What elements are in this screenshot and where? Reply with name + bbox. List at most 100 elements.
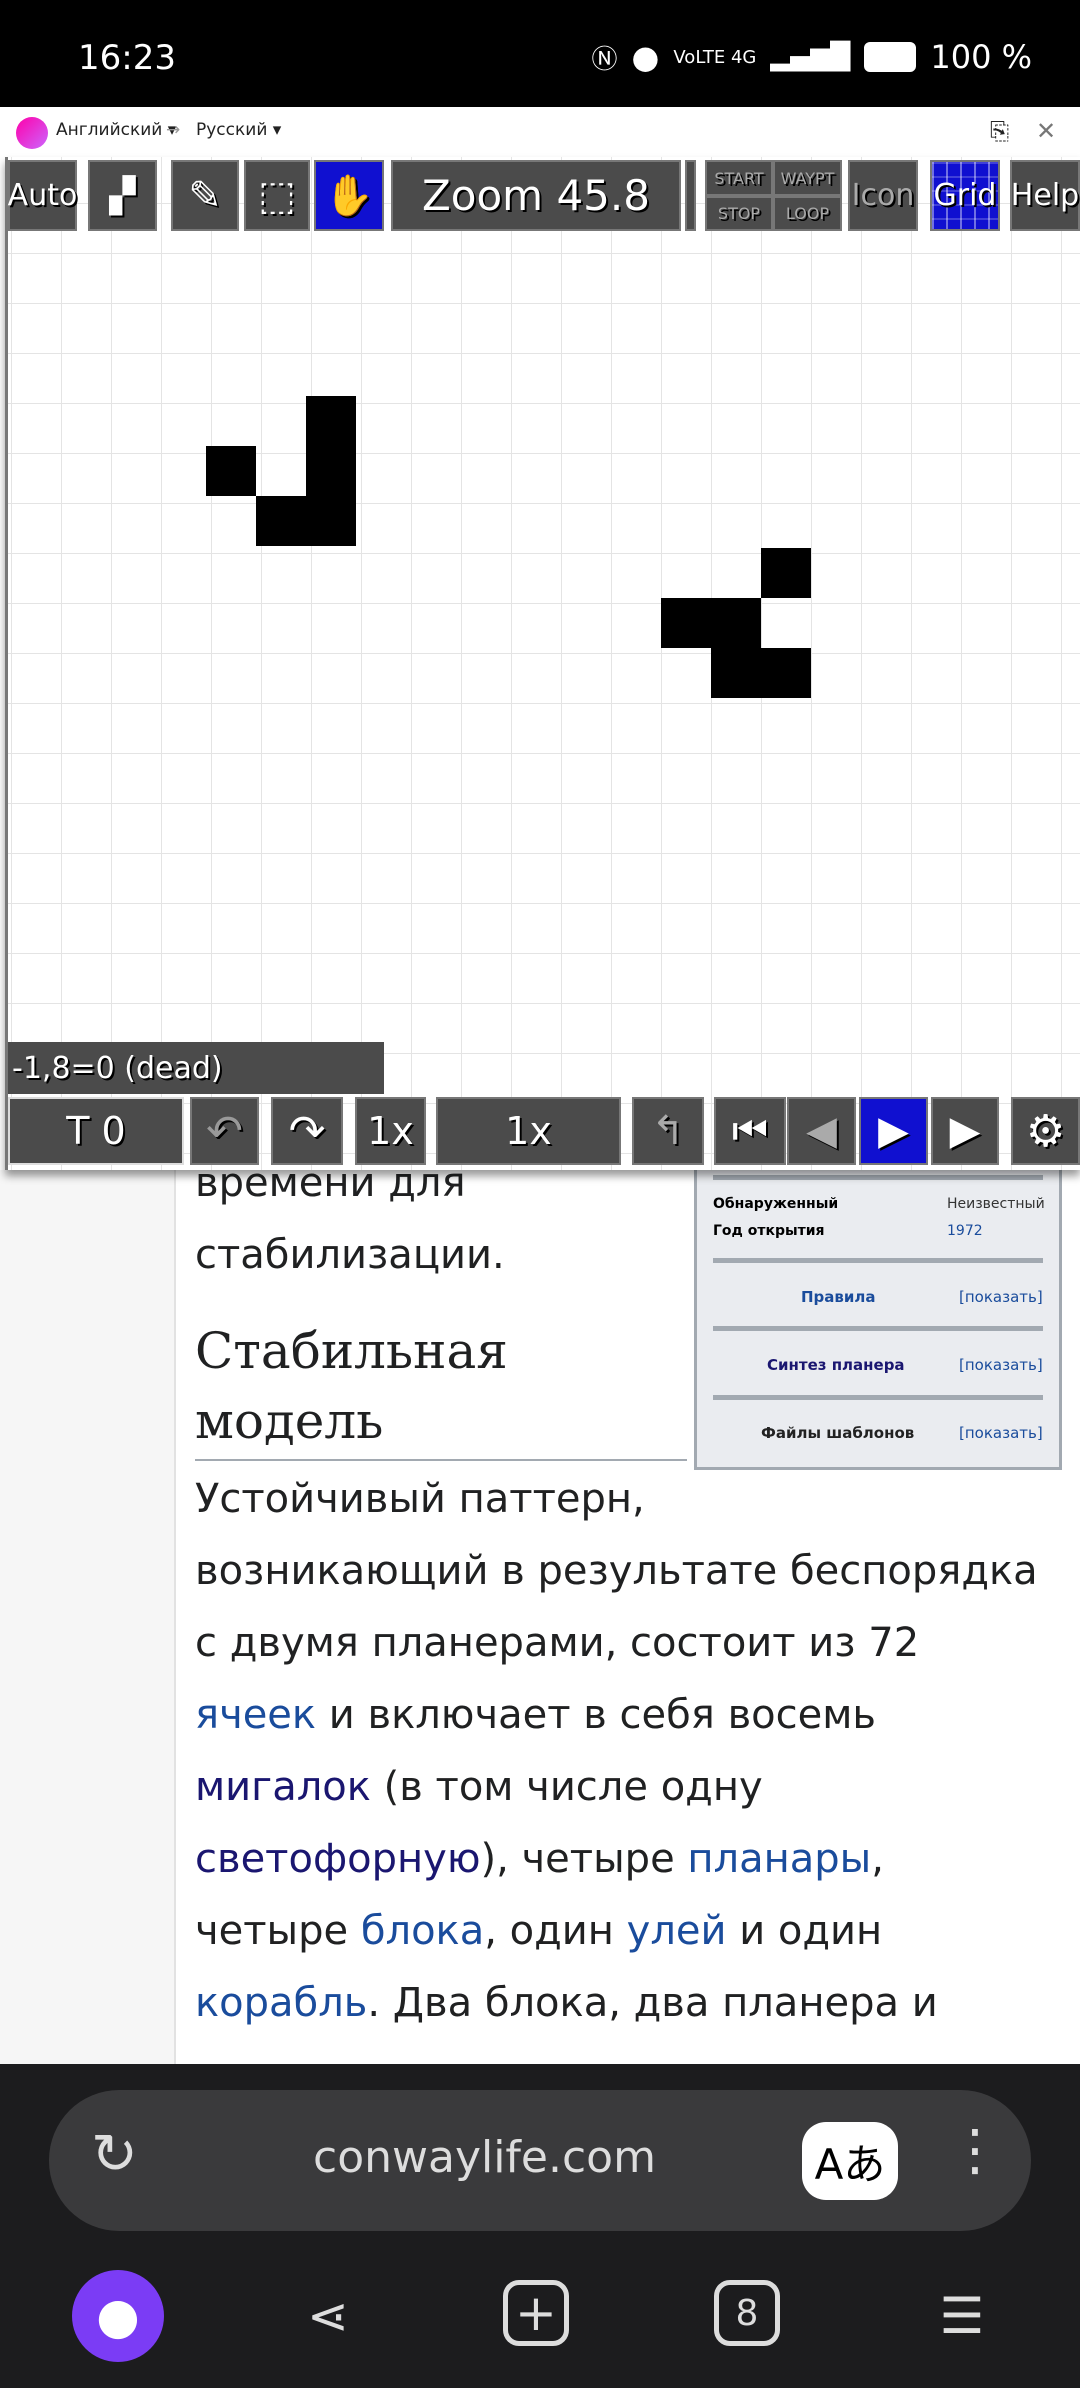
translate-page-icon[interactable]: Aあ xyxy=(802,2122,898,2200)
more-menu-icon[interactable]: ⋮ xyxy=(947,2118,1003,2183)
step-forward-icon[interactable]: ▶ xyxy=(859,1097,928,1165)
share-icon[interactable]: ⋖ xyxy=(292,2280,364,2352)
article-text-line: стабилизации. xyxy=(195,1232,505,1278)
live-cell[interactable] xyxy=(711,648,761,698)
zoom-display[interactable]: Zoom 45.8 xyxy=(391,160,681,231)
discovered-value: Неизвестный xyxy=(947,1196,1045,1212)
divider xyxy=(713,1258,1043,1263)
translate-bar: Английский ▾ → Русский ▾ ⎘ ✕ xyxy=(0,107,1080,157)
life-viewer-canvas[interactable] xyxy=(5,157,1080,1170)
link-blinkers[interactable]: мигалок xyxy=(195,1764,371,1810)
generation-counter[interactable]: T 0 xyxy=(8,1097,184,1165)
status-bar: 16:23 Ⓝ ● VoLTE 4G ▂▄▆█ 100 % xyxy=(0,0,1080,107)
link-blocks[interactable]: блока xyxy=(361,1908,484,1954)
tabs-count-button[interactable]: 8 xyxy=(714,2280,780,2346)
select-icon[interactable]: ⬚ xyxy=(244,160,310,231)
paragraph-line: корабль. Два блока, два планера и xyxy=(195,1980,938,2026)
undo-icon[interactable]: ↶ xyxy=(190,1097,259,1165)
arrow-icon: → xyxy=(166,120,181,140)
battery-icon xyxy=(864,42,917,72)
paragraph-line: четыре блока, один улей и один xyxy=(195,1908,882,1954)
text: четыре xyxy=(195,1908,361,1954)
close-translate-button[interactable]: ✕ xyxy=(1036,117,1056,145)
paragraph-line: возникающий в результате беспорядка xyxy=(195,1548,1038,1594)
auto-fit-button[interactable]: Auto xyxy=(8,160,77,231)
live-cell[interactable] xyxy=(306,446,356,496)
page-left-margin xyxy=(0,1170,176,2070)
source-language[interactable]: Английский ▾ xyxy=(56,120,176,140)
icon-button[interactable]: Icon xyxy=(848,160,918,231)
alice-assistant-icon[interactable]: ● xyxy=(72,2270,164,2362)
address-bar[interactable]: ↻ conwaylife.com Aあ ⋮ xyxy=(49,2090,1031,2231)
step-back-icon[interactable]: ◀ xyxy=(787,1097,856,1165)
hand-pan-icon[interactable]: ✋ xyxy=(314,160,384,231)
nfc-icon: Ⓝ xyxy=(591,44,618,75)
network-indicator: VoLTE 4G xyxy=(673,46,757,68)
text: . Два блока, два планера и xyxy=(367,1980,938,2026)
live-cell[interactable] xyxy=(761,548,811,598)
signal-icon: ▂▄▆█ xyxy=(770,42,851,72)
divider xyxy=(713,1395,1043,1400)
section-rules[interactable]: Правила xyxy=(801,1288,876,1306)
toggle-pattern-files[interactable]: [показать] xyxy=(959,1424,1043,1442)
divider xyxy=(713,1175,1043,1180)
text: , один xyxy=(484,1908,627,1954)
zoom-slider-handle[interactable] xyxy=(685,160,696,231)
heading-underline xyxy=(195,1459,687,1461)
live-cell[interactable] xyxy=(206,446,256,496)
speed-slider[interactable]: 1x xyxy=(436,1097,621,1165)
link-cells[interactable]: ячеек xyxy=(195,1692,316,1738)
section-heading: Стабильная xyxy=(195,1322,508,1380)
section-glider-synthesis[interactable]: Синтез планера xyxy=(767,1356,905,1374)
discovered-label: Обнаруженный xyxy=(713,1196,839,1212)
hamburger-menu-icon[interactable]: ☰ xyxy=(926,2280,998,2352)
text: (в том числе одну xyxy=(370,1764,763,1810)
grid-toggle-button[interactable]: Grid xyxy=(930,160,1000,231)
redo-icon[interactable]: ↷ xyxy=(271,1097,343,1165)
live-cell[interactable] xyxy=(661,598,711,648)
waypoint-button[interactable]: WAYPT xyxy=(773,160,842,196)
new-tab-icon[interactable]: + xyxy=(503,2280,569,2346)
link-traffic-light[interactable]: светофорную xyxy=(195,1836,481,1882)
paragraph-line: мигалок (в том числе одну xyxy=(195,1764,763,1810)
fit-icon[interactable]: ▞ xyxy=(88,160,157,231)
cell-readout: -1,8=0 (dead) xyxy=(8,1042,384,1094)
text: ), четыре xyxy=(480,1836,688,1882)
live-cell[interactable] xyxy=(306,396,356,446)
live-cell[interactable] xyxy=(711,598,761,648)
location-icon: ● xyxy=(631,38,660,76)
paragraph-line: светофорную), четыре планары, xyxy=(195,1836,884,1882)
link-hive[interactable]: улей xyxy=(627,1908,727,1954)
year-value[interactable]: 1972 xyxy=(947,1223,983,1239)
infobox: Обнаруженный Неизвестный Год открытия 19… xyxy=(694,1157,1062,1470)
loop-button[interactable]: LOOP xyxy=(773,196,842,231)
translate-settings-icon[interactable]: ⎘ xyxy=(990,117,1009,145)
divider xyxy=(713,1326,1043,1331)
paragraph-line: с двумя планерами, состоит из 72 xyxy=(195,1620,920,1666)
toggle-rules[interactable]: [показать] xyxy=(959,1288,1043,1306)
link-gliders[interactable]: планары xyxy=(687,1836,871,1882)
toggle-synthesis[interactable]: [показать] xyxy=(959,1356,1043,1374)
reset-icon[interactable]: ↰ xyxy=(632,1097,704,1165)
settings-gear-icon[interactable]: ⚙ xyxy=(1011,1097,1080,1165)
live-cell[interactable] xyxy=(306,496,356,546)
section-pattern-files: Файлы шаблонов xyxy=(761,1424,915,1442)
step-size-button[interactable]: 1x xyxy=(355,1097,426,1165)
rewind-to-start-icon[interactable]: ⏮ xyxy=(714,1097,786,1165)
pencil-icon[interactable]: ✎ xyxy=(171,160,239,231)
translate-logo-icon xyxy=(16,117,48,149)
live-cell[interactable] xyxy=(761,648,811,698)
reload-icon[interactable]: ↻ xyxy=(91,2122,138,2187)
paragraph-line: ячеек и включает в себя восемь xyxy=(195,1692,876,1738)
link-ship[interactable]: корабль xyxy=(195,1980,367,2026)
live-cell[interactable] xyxy=(256,496,306,546)
section-heading: модель xyxy=(195,1392,384,1450)
start-button[interactable]: START xyxy=(705,160,773,196)
year-label: Год открытия xyxy=(713,1223,825,1239)
url-text[interactable]: conwaylife.com xyxy=(313,2132,656,2183)
stop-button[interactable]: STOP xyxy=(705,196,773,231)
clock: 16:23 xyxy=(78,38,176,78)
help-button[interactable]: Help xyxy=(1010,160,1080,231)
target-language[interactable]: Русский ▾ xyxy=(196,120,281,140)
play-icon[interactable]: ▶ xyxy=(931,1097,999,1165)
